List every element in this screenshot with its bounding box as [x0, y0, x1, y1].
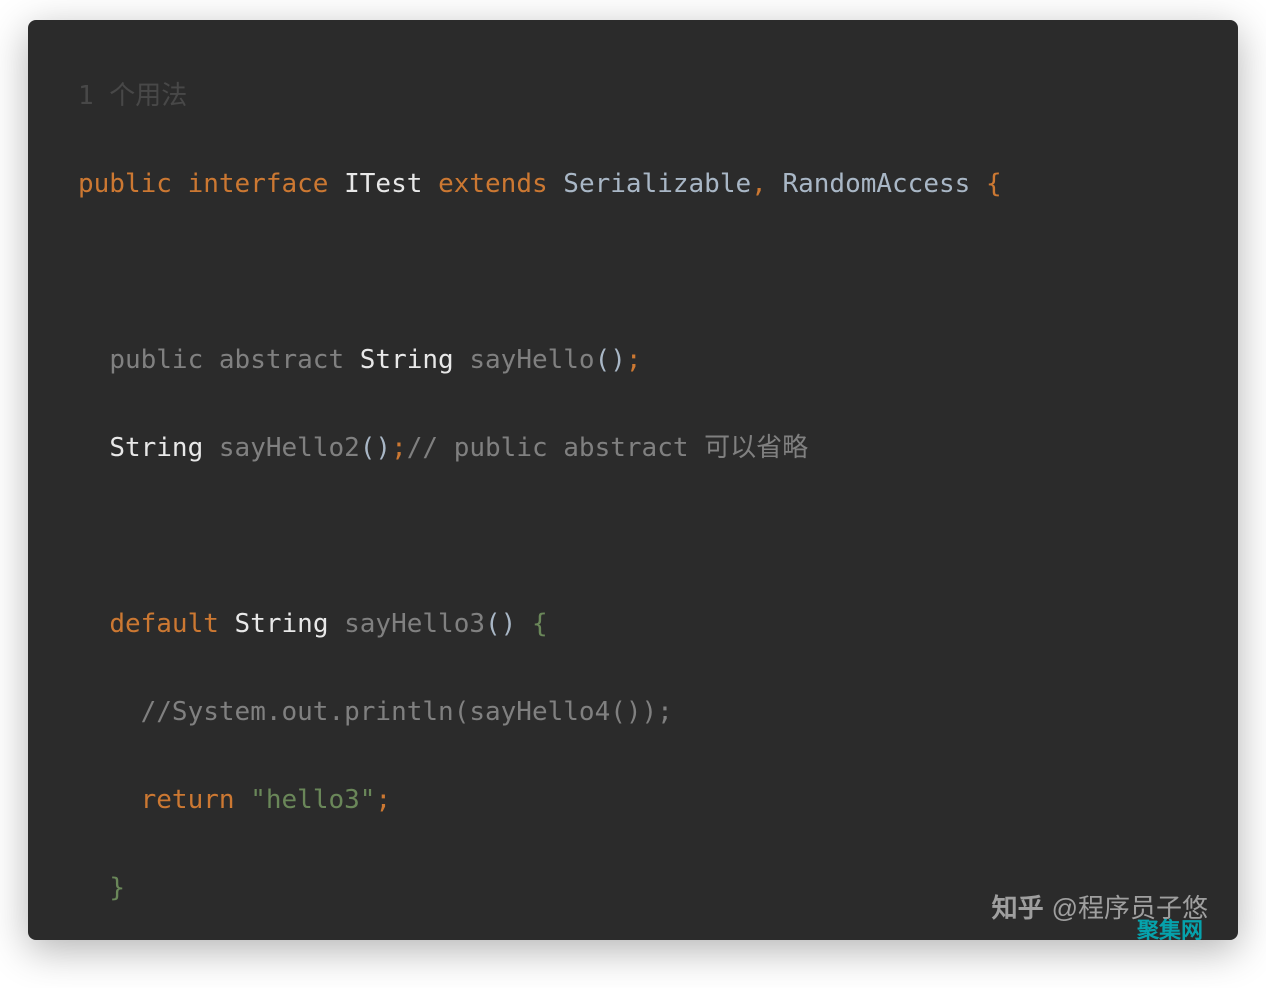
class-name: ITest [344, 169, 422, 199]
comma: , [751, 169, 767, 199]
keyword-return: return [141, 785, 235, 815]
string-literal: "hello3" [250, 785, 375, 815]
keyword-default: default [109, 609, 219, 639]
watermark-juji: 聚集网 [1137, 913, 1203, 940]
method-sayhello2: sayHello2 [219, 433, 360, 463]
brace-open: { [532, 609, 548, 639]
method-sayhello: sayHello [469, 345, 594, 375]
brace-close: } [109, 873, 125, 903]
return-type: String [235, 609, 329, 639]
return-type: String [109, 433, 203, 463]
semicolon: ; [391, 433, 407, 463]
semicolon: ; [626, 345, 642, 375]
type-randomaccess: RandomAccess [782, 169, 970, 199]
usage-hint: 1 个用法 [78, 81, 187, 111]
semicolon: ; [375, 785, 391, 815]
keyword-interface: interface [188, 169, 329, 199]
comment: //System.out.println(sayHello4()); [141, 697, 673, 727]
method-sayhello3: sayHello3 [344, 609, 485, 639]
parens: () [485, 609, 516, 639]
modifier-public: public [109, 345, 203, 375]
return-type: String [360, 345, 454, 375]
code-editor: 1 个用法 public interface ITest extends Ser… [28, 20, 1238, 940]
code-content[interactable]: 1 个用法 public interface ITest extends Ser… [28, 20, 1238, 940]
keyword-extends: extends [438, 169, 548, 199]
brace-open: { [986, 169, 1002, 199]
zhihu-logo-icon: 知乎 [992, 888, 1044, 925]
comment: // public abstract 可以省略 [407, 433, 808, 463]
type-serializable: Serializable [563, 169, 751, 199]
parens: () [595, 345, 626, 375]
parens: () [360, 433, 391, 463]
keyword-public: public [78, 169, 172, 199]
modifier-abstract: abstract [219, 345, 344, 375]
